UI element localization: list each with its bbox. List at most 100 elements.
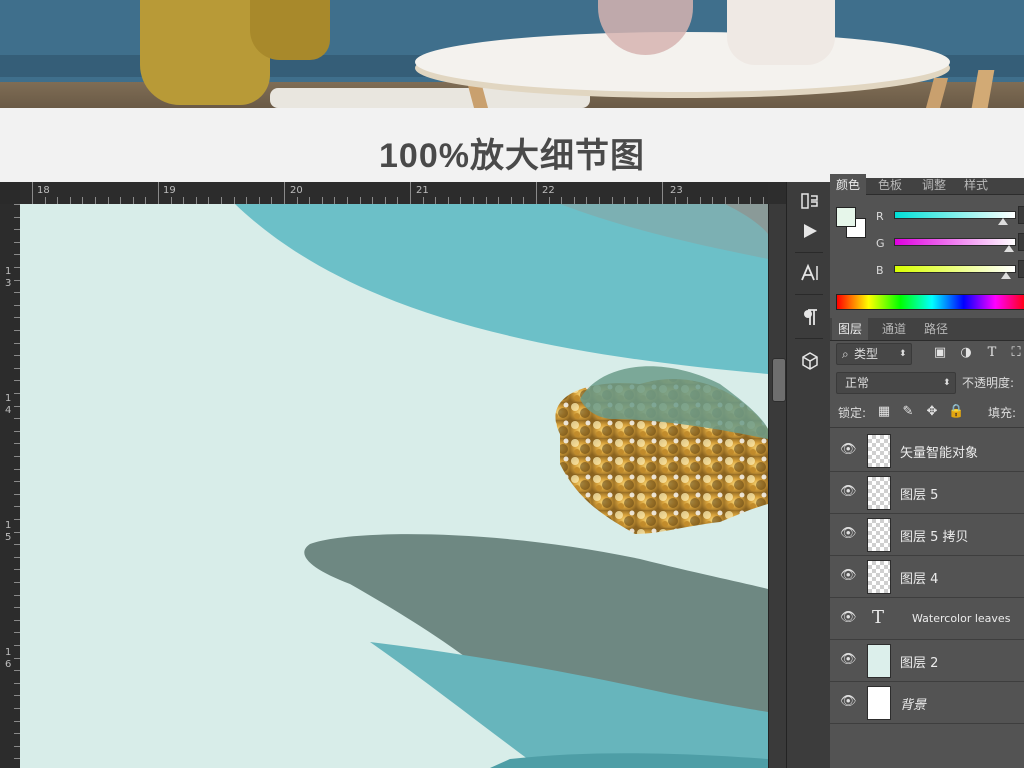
blue-value[interactable] — [1018, 260, 1024, 278]
ruler-tick — [158, 182, 159, 204]
tab-layers[interactable]: 图层 — [832, 318, 869, 340]
ruler-tick — [750, 197, 752, 204]
tab-paths[interactable]: 路径 — [918, 318, 954, 340]
ruler-tick — [347, 197, 348, 204]
filter-label: 类型 — [854, 347, 879, 361]
ruler-tick — [107, 197, 109, 204]
layer-name: 图层 5 拷贝 — [900, 530, 969, 545]
layer-thumbnail — [867, 644, 891, 678]
layer-row[interactable]: 👁 图层 4 — [830, 556, 1024, 598]
search-icon: ⌕ — [842, 347, 849, 361]
3d-icon[interactable] — [797, 350, 823, 376]
ruler-mark: 18 — [37, 185, 50, 196]
ruler-tick — [334, 197, 336, 204]
divider — [830, 427, 1024, 428]
ruler-mark: 20 — [290, 185, 303, 196]
lock-brush-icon[interactable]: ✎ — [900, 404, 916, 420]
eye-icon[interactable]: 👁 — [840, 695, 857, 709]
image-filter-icon[interactable]: ▣ — [932, 345, 948, 361]
ruler-tick — [762, 197, 764, 204]
blue-slider[interactable] — [894, 265, 1016, 273]
ruler-tick — [473, 197, 474, 204]
tab-swatches[interactable]: 色板 — [872, 174, 908, 196]
layer-row[interactable]: 👁 图层 2 — [830, 640, 1024, 682]
ruler-tick — [321, 197, 323, 204]
red-slider-knob[interactable] — [998, 218, 1008, 225]
ruler-tick — [95, 197, 96, 204]
ruler-tick — [510, 197, 512, 204]
vertical-scrollbar[interactable] — [768, 204, 787, 768]
green-value[interactable] — [1018, 233, 1024, 251]
eye-icon[interactable]: 👁 — [840, 485, 857, 499]
layers-panel-tabs: 图层 通道 路径 — [830, 318, 1024, 341]
layer-row[interactable]: 👁 T Watercolor leaves — [830, 598, 1024, 640]
ruler-tick — [536, 182, 537, 204]
ruler-mark: 3 — [5, 278, 12, 289]
tab-adjustments[interactable]: 调整 — [916, 174, 952, 196]
coffee-table — [415, 32, 950, 92]
layer-filter-select[interactable]: ⌕ 类型 ⬍ — [836, 343, 912, 365]
green-slider-knob[interactable] — [1004, 245, 1014, 252]
ruler-tick — [573, 197, 575, 204]
ruler-mark: 1 — [5, 520, 12, 531]
shape-filter-icon[interactable]: ⛶ — [1008, 345, 1024, 361]
ruler-tick — [699, 197, 701, 204]
eye-icon[interactable]: 👁 — [840, 443, 857, 457]
ruler-tick — [145, 197, 147, 204]
ruler-tick — [284, 182, 285, 204]
foreground-color-swatch[interactable] — [836, 207, 856, 227]
history-icon[interactable] — [797, 190, 823, 216]
caption-text: 100%放大细节图 — [379, 137, 645, 175]
ruler-tick — [410, 182, 411, 204]
type-filter-icon[interactable]: T — [984, 345, 1000, 361]
eye-icon[interactable]: 👁 — [840, 653, 857, 667]
blue-slider-knob[interactable] — [1001, 272, 1011, 279]
ruler-tick — [435, 197, 437, 204]
lock-all-icon[interactable]: 🔒 — [948, 404, 964, 420]
ruler-mark: 21 — [416, 185, 429, 196]
scrollbar-thumb[interactable] — [772, 358, 786, 402]
layer-row[interactable]: 👁 图层 5 — [830, 472, 1024, 514]
tray — [270, 88, 590, 108]
eye-icon[interactable]: 👁 — [840, 611, 857, 625]
ruler-tick — [359, 197, 361, 204]
ruler-tick — [69, 197, 71, 204]
tab-styles[interactable]: 样式 — [958, 174, 994, 196]
tab-color[interactable]: 颜色 — [830, 174, 867, 196]
ruler-tick — [422, 197, 424, 204]
ruler-tick — [611, 197, 613, 204]
eye-icon[interactable]: 👁 — [840, 569, 857, 583]
layer-row[interactable]: 👁 图层 5 拷贝 — [830, 514, 1024, 556]
document-canvas[interactable] — [20, 204, 768, 768]
play-icon[interactable] — [797, 220, 823, 246]
ruler-mark: 1 — [5, 266, 12, 277]
layer-row[interactable]: 👁 矢量智能对象 — [830, 430, 1024, 472]
green-slider[interactable] — [894, 238, 1016, 246]
paragraph-icon[interactable] — [797, 306, 823, 332]
ruler-tick — [687, 197, 689, 204]
lock-position-icon[interactable]: ✥ — [924, 404, 940, 420]
ruler-mark: 23 — [670, 185, 683, 196]
fill-label: 填充: — [988, 406, 1017, 420]
eye-icon[interactable]: 👁 — [840, 527, 857, 541]
divider — [795, 294, 823, 295]
ruler-tick — [485, 197, 487, 204]
ruler-tick — [662, 182, 663, 204]
blend-mode-select[interactable]: 正常 ⬍ — [836, 372, 956, 394]
divider — [795, 338, 823, 339]
ruler-mark: 5 — [5, 532, 12, 543]
layer-row[interactable]: 👁 背景 — [830, 682, 1024, 724]
ruler-tick — [44, 197, 46, 204]
character-icon[interactable] — [797, 262, 823, 288]
ruler-tick — [57, 197, 59, 204]
color-spectrum[interactable] — [836, 294, 1024, 310]
ruler-tick — [271, 197, 273, 204]
ruler-tick — [636, 197, 638, 204]
ruler-tick — [523, 197, 525, 204]
caption-strip: 100%放大细节图 — [0, 108, 1024, 183]
red-value[interactable] — [1018, 206, 1024, 224]
tab-channels[interactable]: 通道 — [876, 318, 912, 340]
ruler-tick — [120, 197, 122, 204]
lock-transparency-icon[interactable]: ▦ — [876, 404, 892, 420]
adjustment-filter-icon[interactable]: ◑ — [958, 345, 974, 361]
